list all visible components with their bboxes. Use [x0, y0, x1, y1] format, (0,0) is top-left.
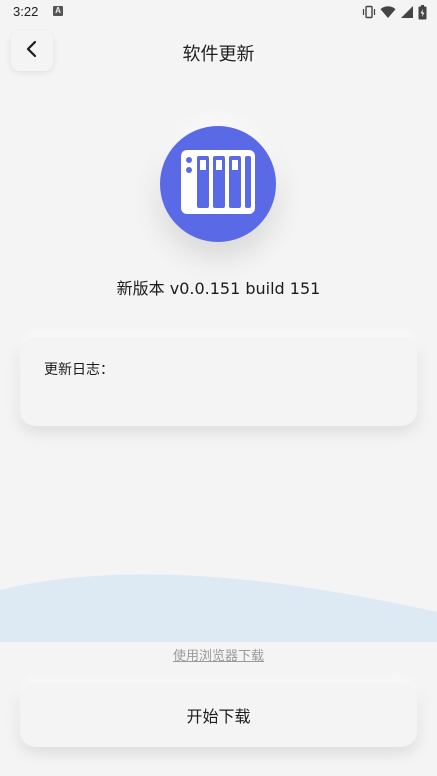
page-title: 软件更新: [182, 44, 255, 65]
status-icons: [362, 4, 427, 20]
browser-download-link[interactable]: 使用浏览器下载: [0, 645, 437, 664]
changelog-label: 更新日志：: [44, 362, 114, 378]
battery-icon: [418, 4, 427, 20]
app-icon: [160, 126, 276, 242]
changelog-card: 更新日志：: [20, 337, 417, 426]
server-rack-icon: [179, 148, 257, 220]
status-bar: 3:22 A: [0, 0, 437, 24]
signal-icon: [400, 5, 414, 19]
vibrate-icon: [362, 5, 376, 19]
start-download-button[interactable]: 开始下载: [20, 683, 417, 747]
version-text: 新版本 v0.0.151 build 151: [116, 279, 321, 298]
a-icon: A: [53, 6, 63, 16]
wifi-icon: [380, 5, 396, 19]
decorative-wave: [0, 574, 437, 642]
status-time: 3:22: [13, 4, 39, 19]
